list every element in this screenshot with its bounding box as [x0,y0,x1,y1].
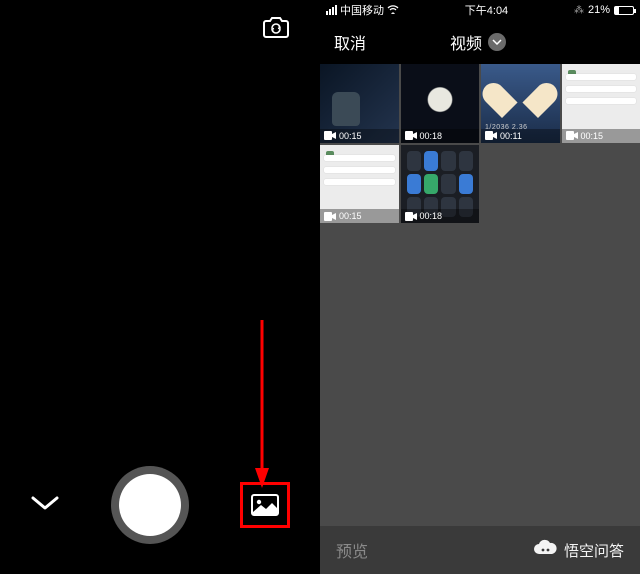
video-icon [566,131,578,140]
camera-switch-icon [262,15,290,39]
duration: 00:15 [339,131,362,141]
shutter-button[interactable] [111,466,189,544]
video-thumb[interactable]: 00:18 [401,145,480,224]
signal-icon [326,5,337,15]
duration: 00:15 [581,131,604,141]
video-icon [405,212,417,221]
video-grid: 00:15 00:18 1/2036 2.36 00:11 00:15 [320,64,640,223]
video-thumb[interactable]: 00:18 [401,64,480,143]
camera-screen [0,0,320,574]
camera-switch-button[interactable] [262,15,290,44]
media-picker-screen: 中国移动 下午4:04 ⁂ 21% 取消 视频 00:15 [320,0,640,574]
shutter-inner [119,474,181,536]
video-icon [324,212,336,221]
chevron-down-icon [30,494,60,512]
wifi-icon [387,4,399,17]
duration: 00:18 [420,131,443,141]
annotation-arrow [255,320,269,490]
gallery-button[interactable] [240,482,290,528]
duration: 00:11 [500,131,522,141]
clock: 下午4:04 [465,2,508,18]
dropdown-label: 视频 [450,30,482,54]
gallery-icon [251,494,279,516]
cloud-icon [532,539,558,561]
carrier-label: 中国移动 [340,2,384,18]
battery-icon [614,6,634,15]
battery-pct: 21% [588,4,610,16]
duration: 00:15 [339,211,362,221]
video-thumb[interactable]: 00:15 [562,64,640,143]
watermark-text: 悟空问答 [564,540,624,561]
chevron-down-icon [488,33,506,51]
preview-button[interactable]: 预览 [336,538,368,562]
picker-header: 取消 视频 [320,20,640,64]
video-icon [405,131,417,140]
picker-footer: 预览 悟空问答 [320,526,640,574]
bluetooth-icon: ⁂ [574,5,584,16]
status-bar: 中国移动 下午4:04 ⁂ 21% [320,0,640,20]
video-icon [485,131,497,140]
video-thumb[interactable]: 00:15 [320,145,399,224]
watermark: 悟空问答 [532,539,624,561]
media-type-dropdown[interactable]: 视频 [450,30,506,54]
video-icon [324,131,336,140]
video-thumb[interactable]: 00:15 [320,64,399,143]
collapse-button[interactable] [30,494,60,517]
duration: 00:18 [420,211,443,221]
cancel-button[interactable]: 取消 [334,30,366,54]
video-thumb[interactable]: 1/2036 2.36 00:11 [481,64,560,143]
camera-bottom-controls [0,466,320,544]
